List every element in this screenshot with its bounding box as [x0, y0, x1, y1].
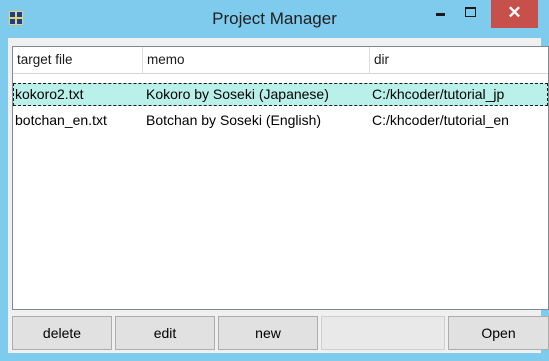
- button-bar: delete edit new Open: [12, 316, 549, 350]
- open-button[interactable]: Open: [448, 316, 549, 350]
- maximize-icon[interactable]: [455, 0, 485, 28]
- list-header: target file memo dir: [13, 47, 548, 74]
- project-list[interactable]: target file memo dir kokoro2.txt Kokoro …: [12, 46, 549, 310]
- column-header-dir[interactable]: dir: [370, 47, 548, 73]
- column-header-target-file[interactable]: target file: [13, 47, 143, 73]
- project-manager-window: Project Manager ✕ target file memo dir k…: [0, 0, 549, 361]
- cell-memo: Kokoro by Soseki (Japanese): [146, 86, 329, 102]
- cell-memo: Botchan by Soseki (English): [146, 112, 322, 128]
- table-row[interactable]: botchan_en.txt Botchan by Soseki (Englis…: [13, 109, 548, 132]
- new-button[interactable]: new: [218, 316, 318, 350]
- title-bar[interactable]: Project Manager ✕: [0, 0, 549, 38]
- column-header-memo[interactable]: memo: [143, 47, 370, 73]
- cell-target-file: kokoro2.txt: [15, 86, 84, 102]
- cell-dir: C:/khcoder/tutorial_en: [372, 112, 509, 128]
- cell-dir: C:/khcoder/tutorial_jp: [372, 86, 505, 102]
- edit-button[interactable]: edit: [115, 316, 215, 350]
- close-icon[interactable]: ✕: [491, 0, 538, 28]
- minimize-icon[interactable]: [425, 0, 455, 28]
- delete-button[interactable]: delete: [12, 316, 112, 350]
- table-row[interactable]: kokoro2.txt Kokoro by Soseki (Japanese) …: [13, 83, 548, 106]
- button-bar-spacer: [321, 316, 445, 350]
- cell-target-file: botchan_en.txt: [15, 112, 107, 128]
